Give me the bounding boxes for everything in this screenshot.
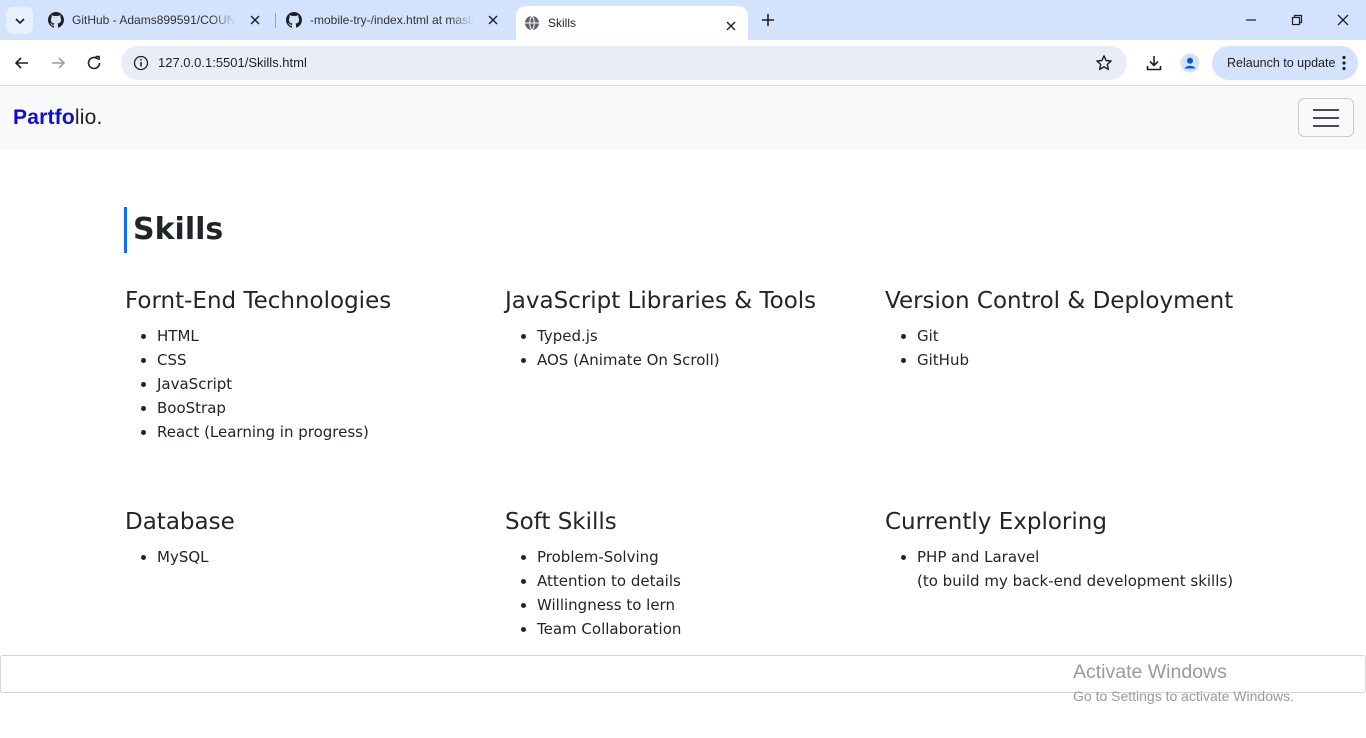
back-button[interactable] (10, 51, 34, 75)
category-heading: Soft Skills (505, 509, 617, 535)
skill-item: AOS (Animate On Scroll) (537, 348, 875, 372)
skill-list: MySQL (125, 545, 495, 569)
skill-item: Attention to details (537, 569, 875, 593)
skill-item: CSS (157, 348, 495, 372)
brand-bold: Partfo (13, 106, 75, 129)
close-icon (1337, 14, 1349, 26)
skill-item-label: PHP and Laravel (917, 548, 1040, 566)
tab-strip: GitHub - Adams899591/COUNTRY -mobile-try… (0, 0, 1366, 40)
watermark-title: Activate Windows (1073, 661, 1227, 683)
tab-github-country[interactable]: GitHub - Adams899591/COUNTRY (40, 0, 272, 40)
new-tab-button[interactable] (757, 9, 779, 31)
skill-item: PHP and Laravel (to build my back-end de… (917, 545, 1255, 593)
navbar-toggler-button[interactable] (1298, 98, 1354, 137)
chevron-down-icon (14, 17, 25, 24)
plus-icon (762, 14, 774, 26)
brand-rest: lio. (74, 106, 103, 129)
reload-button[interactable] (82, 51, 106, 75)
page-title: Skills (124, 207, 223, 253)
category-heading: Database (125, 509, 235, 535)
skill-list: HTML CSS JavaScript BooStrap React (Lear… (125, 324, 495, 444)
github-icon (286, 12, 302, 28)
restore-icon (1291, 14, 1303, 26)
skill-category-version-control: Version Control & Deployment Git GitHub (885, 286, 1255, 372)
address-bar[interactable]: 127.0.0.1:5501/Skills.html (121, 46, 1127, 80)
more-vertical-icon[interactable] (1342, 55, 1346, 71)
skill-item-note: (to build my back-end development skills… (917, 572, 1234, 590)
skill-item: Typed.js (537, 324, 875, 348)
profile-button[interactable] (1179, 52, 1201, 74)
reload-icon (87, 55, 101, 70)
skill-item: GitHub (917, 348, 1255, 372)
skill-list: Typed.js AOS (Animate On Scroll) (505, 324, 875, 372)
skill-list: PHP and Laravel (to build my back-end de… (885, 545, 1255, 593)
tab-search-button[interactable] (6, 7, 33, 34)
tab-github-mobile-try[interactable]: -mobile-try-/index.html at master (278, 0, 510, 40)
bookmark-star-icon[interactable] (1095, 54, 1113, 72)
skill-list: Problem-Solving Attention to details Wil… (505, 545, 875, 641)
arrow-right-icon (52, 57, 66, 69)
skill-item: BooStrap (157, 396, 495, 420)
skill-item: React (Learning in progress) (157, 420, 495, 444)
close-tab-icon[interactable] (248, 13, 262, 27)
relaunch-to-update-button[interactable]: Relaunch to update (1212, 46, 1358, 80)
close-window-button[interactable] (1320, 0, 1366, 40)
skill-item: Git (917, 324, 1255, 348)
skill-category-currently-exploring: Currently Exploring PHP and Laravel (to … (885, 507, 1255, 593)
github-icon (48, 12, 64, 28)
tab-skills[interactable]: Skills (516, 6, 748, 40)
skill-category-js-libraries: JavaScript Libraries & Tools Typed.js AO… (505, 286, 875, 372)
category-heading: Fornt-End Technologies (125, 288, 392, 314)
close-tab-icon[interactable] (724, 19, 738, 33)
browser-toolbar: 127.0.0.1:5501/Skills.html Relaunch to u… (0, 40, 1366, 86)
site-navbar: Partfolio. (0, 87, 1366, 149)
watermark-subtitle: Go to Settings to activate Windows. (1073, 688, 1294, 704)
skill-category-soft-skills: Soft Skills Problem-Solving Attention to… (505, 507, 875, 641)
skill-item: Team Collaboration (537, 617, 875, 641)
skill-item: MySQL (157, 545, 495, 569)
minimize-icon (1246, 19, 1256, 21)
download-icon (1146, 56, 1162, 71)
profile-avatar-icon (1180, 53, 1200, 73)
skill-item: Willingness to lern (537, 593, 875, 617)
skill-category-database: Database MySQL (125, 507, 495, 569)
restore-button[interactable] (1274, 0, 1320, 40)
tab-title: Skills (548, 16, 577, 30)
skill-item: JavaScript (157, 372, 495, 396)
tab-separator (275, 13, 276, 28)
hamburger-menu-icon (1313, 108, 1339, 127)
skill-item: HTML (157, 324, 495, 348)
category-heading: Version Control & Deployment (885, 288, 1234, 314)
forward-button[interactable] (46, 51, 70, 75)
site-info-icon[interactable] (133, 55, 149, 71)
downloads-button[interactable] (1143, 52, 1165, 74)
tab-title: -mobile-try-/index.html at master (310, 13, 474, 27)
arrow-left-icon (14, 57, 28, 69)
relaunch-label: Relaunch to update (1227, 56, 1336, 70)
tab-title: GitHub - Adams899591/COUNTRY (72, 13, 236, 27)
skill-item: Problem-Solving (537, 545, 875, 569)
skill-category-frontend: Fornt-End Technologies HTML CSS JavaScri… (125, 286, 495, 444)
globe-icon (525, 15, 539, 31)
category-heading: Currently Exploring (885, 509, 1107, 535)
category-heading: JavaScript Libraries & Tools (505, 288, 817, 314)
brand-logo[interactable]: Partfolio. (13, 106, 103, 130)
minimize-button[interactable] (1228, 0, 1274, 40)
url-text[interactable]: 127.0.0.1:5501/Skills.html (158, 55, 307, 70)
activate-windows-watermark: Activate Windows Go to Settings to activ… (1073, 660, 1294, 706)
close-tab-icon[interactable] (486, 13, 500, 27)
skill-list: Git GitHub (885, 324, 1255, 372)
